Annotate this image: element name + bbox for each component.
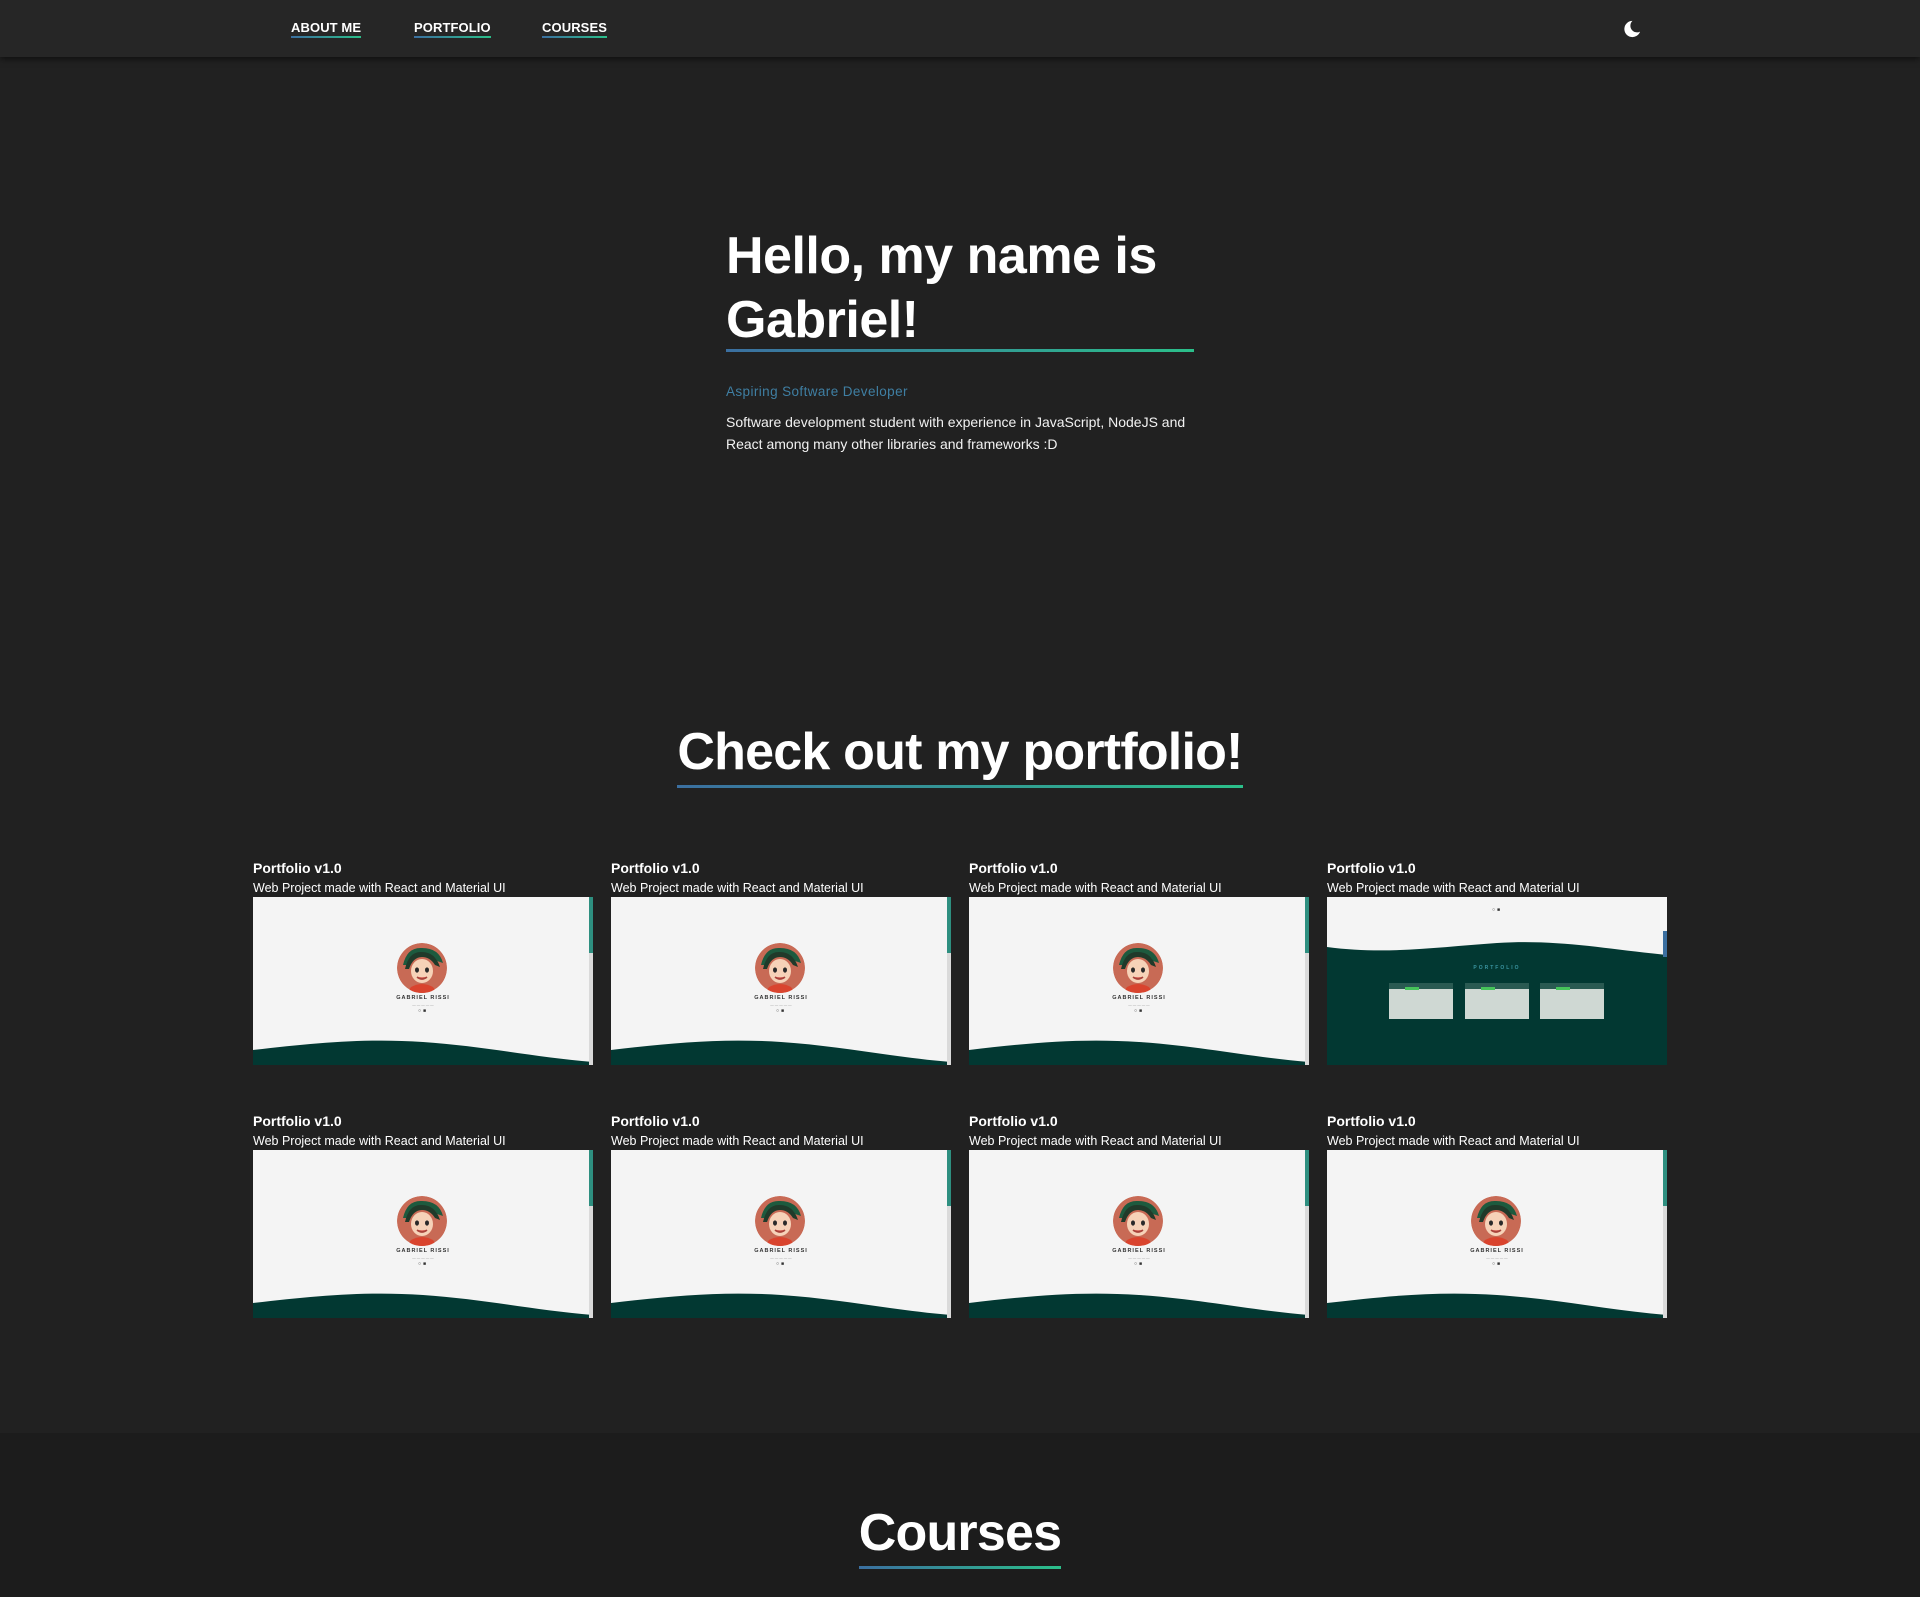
- portfolio-card[interactable]: Portfolio v1.0 Web Project made with Reac…: [253, 857, 593, 1065]
- preview-social-icons: ○■: [1491, 1261, 1503, 1267]
- courses-heading: Courses: [0, 1503, 1920, 1569]
- preview-scrollbar: [1663, 931, 1667, 957]
- portfolio-card-subtitle: Web Project made with React and Material…: [969, 1134, 1222, 1148]
- portfolio-card-preview-image[interactable]: GABRIEL RISSI — — — — — ○■: [611, 897, 951, 1065]
- moon-icon[interactable]: [1621, 18, 1643, 40]
- preview-social-icons: ○■: [1491, 907, 1503, 913]
- portfolio-card[interactable]: Portfolio v1.0 Web Project made with Reac…: [1327, 1110, 1667, 1318]
- preview-social-icons: ○■: [775, 1008, 787, 1014]
- preview-avatar: [755, 1196, 805, 1246]
- preview-avatar: [1113, 1196, 1163, 1246]
- preview-tagline: — — — — —: [1128, 1003, 1150, 1007]
- portfolio-card-subtitle: Web Project made with React and Material…: [1327, 1134, 1580, 1148]
- portfolio-card-preview-image[interactable]: GABRIEL RISSI — — — — — ○■: [253, 1150, 593, 1318]
- preview-avatar: [397, 943, 447, 993]
- preview-tagline: — — — — —: [1486, 1256, 1508, 1260]
- top-navigation-bar: ABOUT ME PORTFOLIO COURSES: [0, 0, 1920, 57]
- preview-social-icons: ○■: [417, 1008, 429, 1014]
- portfolio-card-subtitle: Web Project made with React and Material…: [611, 881, 864, 895]
- preview-scrollbar-track: [1663, 1206, 1667, 1318]
- preview-social-icons: ○■: [417, 1261, 429, 1267]
- preview-scrollbar-track: [1305, 953, 1309, 1065]
- portfolio-card-preview-image[interactable]: GABRIEL RISSI — — — — — ○■: [969, 1150, 1309, 1318]
- portfolio-card-title: Portfolio v1.0: [611, 1113, 700, 1129]
- preview-scrollbar: [1305, 897, 1309, 953]
- preview-tagline: — — — — —: [770, 1003, 792, 1007]
- portfolio-card-title: Portfolio v1.0: [253, 860, 342, 876]
- preview-name: GABRIEL RISSI: [396, 1248, 450, 1254]
- preview-scrollbar-track: [947, 1206, 951, 1318]
- preview-mini-card: [1389, 983, 1453, 1019]
- portfolio-card-subtitle: Web Project made with React and Material…: [969, 881, 1222, 895]
- preview-scrollbar: [589, 1150, 593, 1206]
- portfolio-card[interactable]: Portfolio v1.0 Web Project made with Reac…: [1327, 857, 1667, 1065]
- preview-scrollbar: [589, 897, 593, 953]
- preview-scrollbar: [1663, 1150, 1667, 1206]
- preview-social-icons: ○■: [1133, 1261, 1145, 1267]
- portfolio-card-subtitle: Web Project made with React and Material…: [253, 1134, 506, 1148]
- preview-avatar: [1471, 1196, 1521, 1246]
- portfolio-card-title: Portfolio v1.0: [253, 1113, 342, 1129]
- nav-link-about-me[interactable]: ABOUT ME: [291, 20, 362, 38]
- portfolio-card-preview-image[interactable]: GABRIEL RISSI — — — — — ○■: [969, 897, 1309, 1065]
- preview-mini-card: [1540, 983, 1604, 1019]
- portfolio-heading-text: Check out my portfolio!: [677, 722, 1243, 788]
- preview-tagline: — — — — —: [1128, 1256, 1150, 1260]
- portfolio-card-title: Portfolio v1.0: [1327, 860, 1416, 876]
- preview-name: GABRIEL RISSI: [1112, 995, 1166, 1001]
- nav-link-courses[interactable]: COURSES: [542, 20, 607, 38]
- preview-avatar: [1113, 943, 1163, 993]
- portfolio-card[interactable]: Portfolio v1.0 Web Project made with Reac…: [611, 1110, 951, 1318]
- preview-social-icons: ○■: [775, 1261, 787, 1267]
- preview-tagline: — — — — —: [412, 1256, 434, 1260]
- preview-scrollbar-track: [947, 953, 951, 1065]
- preview-mini-card: [1465, 983, 1529, 1019]
- preview-name: GABRIEL RISSI: [1470, 1248, 1524, 1254]
- preview-avatar: [397, 1196, 447, 1246]
- portfolio-card-subtitle: Web Project made with React and Material…: [1327, 881, 1580, 895]
- preview-name: GABRIEL RISSI: [754, 995, 808, 1001]
- preview-scrollbar: [1305, 1150, 1309, 1206]
- preview-section-heading: PORTFOLIO: [1473, 965, 1521, 971]
- portfolio-card-preview-image[interactable]: ○■ PORTFOLIO: [1327, 897, 1667, 1065]
- portfolio-card-title: Portfolio v1.0: [611, 860, 700, 876]
- courses-section: Courses: [0, 1433, 1920, 1597]
- preview-name: GABRIEL RISSI: [396, 995, 450, 1001]
- preview-scrollbar: [947, 1150, 951, 1206]
- preview-name: GABRIEL RISSI: [754, 1248, 808, 1254]
- preview-tagline: — — — — —: [770, 1256, 792, 1260]
- portfolio-card-preview-image[interactable]: GABRIEL RISSI — — — — — ○■: [1327, 1150, 1667, 1318]
- portfolio-card-preview-image[interactable]: GABRIEL RISSI — — — — — ○■: [253, 897, 593, 1065]
- preview-scrollbar-track: [589, 1206, 593, 1318]
- preview-scrollbar-track: [589, 953, 593, 1065]
- portfolio-heading: Check out my portfolio!: [0, 722, 1920, 788]
- portfolio-card-subtitle: Web Project made with React and Material…: [253, 881, 506, 895]
- preview-avatar: [755, 943, 805, 993]
- hero-title-underline: [726, 349, 1194, 352]
- portfolio-card[interactable]: Portfolio v1.0 Web Project made with Reac…: [253, 1110, 593, 1318]
- portfolio-card[interactable]: Portfolio v1.0 Web Project made with Reac…: [969, 1110, 1309, 1318]
- preview-tagline: — — — — —: [412, 1003, 434, 1007]
- portfolio-card[interactable]: Portfolio v1.0 Web Project made with Reac…: [611, 857, 951, 1065]
- portfolio-card-title: Portfolio v1.0: [1327, 1113, 1416, 1129]
- preview-name: GABRIEL RISSI: [1112, 1248, 1166, 1254]
- portfolio-card-preview-image[interactable]: GABRIEL RISSI — — — — — ○■: [611, 1150, 951, 1318]
- portfolio-card-title: Portfolio v1.0: [969, 860, 1058, 876]
- portfolio-card-title: Portfolio v1.0: [969, 1113, 1058, 1129]
- preview-scrollbar-track: [1305, 1206, 1309, 1318]
- portfolio-card[interactable]: Portfolio v1.0 Web Project made with Reac…: [969, 857, 1309, 1065]
- preview-social-icons: ○■: [1133, 1008, 1145, 1014]
- hero-title: Hello, my name is Gabriel!: [726, 227, 1157, 349]
- hero-subtitle: Aspiring Software Developer: [726, 384, 908, 399]
- preview-scrollbar: [947, 897, 951, 953]
- courses-heading-text: Courses: [858, 1503, 1062, 1569]
- nav-link-portfolio[interactable]: PORTFOLIO: [414, 20, 491, 38]
- hero-description: Software development student with experi…: [726, 414, 1186, 452]
- portfolio-card-subtitle: Web Project made with React and Material…: [611, 1134, 864, 1148]
